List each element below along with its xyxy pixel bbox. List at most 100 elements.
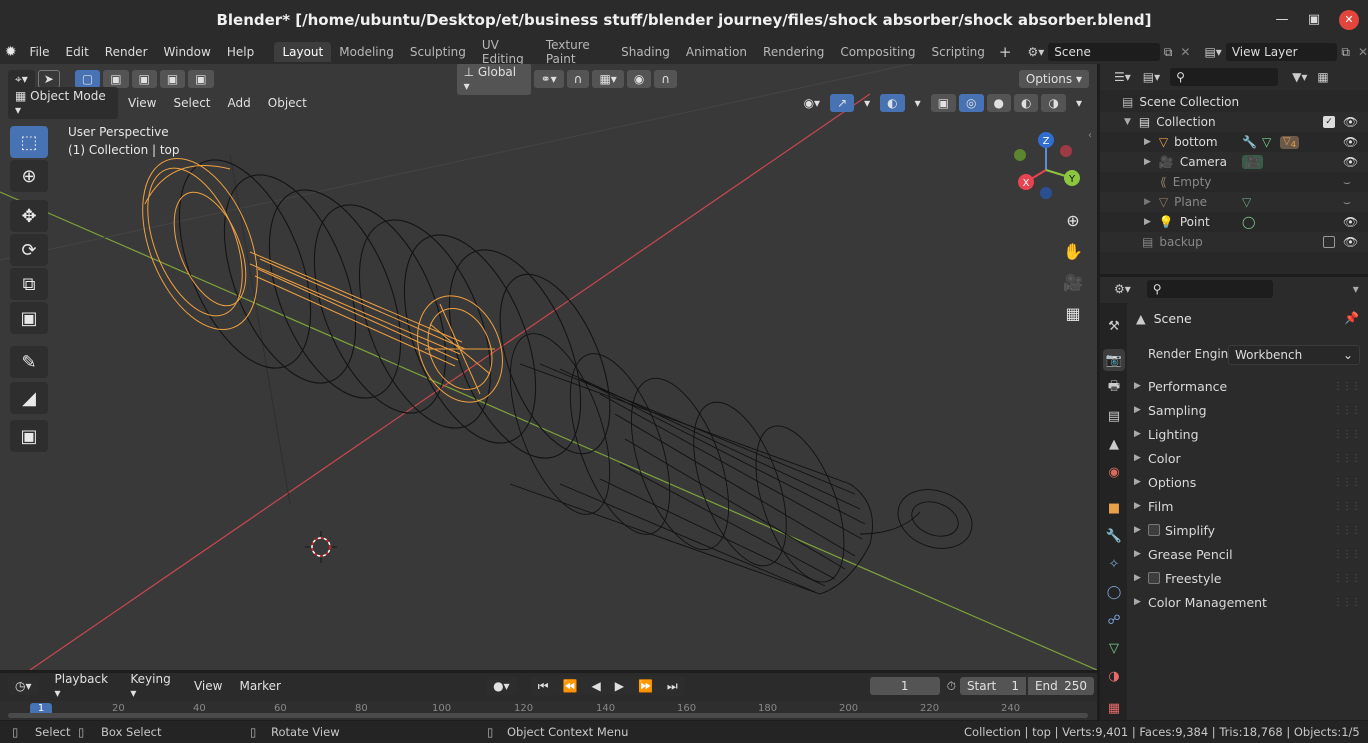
gizmo-dropdown-icon[interactable]: ▾ bbox=[857, 94, 877, 112]
tab-modeling[interactable]: Modeling bbox=[331, 42, 402, 62]
end-frame-field[interactable]: End 250 bbox=[1027, 677, 1094, 695]
physics-tab-icon[interactable]: ◯ bbox=[1103, 581, 1125, 603]
filter-icon[interactable]: ▼▾ bbox=[1292, 70, 1307, 84]
scene-name-field[interactable]: Scene bbox=[1048, 43, 1160, 61]
panel-performance[interactable]: ▶ Performance ⋮⋮⋮ bbox=[1134, 375, 1362, 397]
hidden-eye-icon[interactable]: ⌣ bbox=[1343, 175, 1351, 190]
timeline-ruler[interactable]: 1 20 40 60 80 100 120 140 160 180 200 22… bbox=[0, 701, 1097, 720]
snap-icon[interactable]: ∩ bbox=[566, 70, 590, 88]
timeline-menu-keying[interactable]: Keying ▾ bbox=[123, 670, 184, 702]
close-icon[interactable]: ✕ bbox=[1339, 10, 1359, 30]
panel-color[interactable]: ▶ Color ⋮⋮⋮ bbox=[1134, 447, 1362, 469]
visibility-eye-icon[interactable]: 👁 bbox=[1343, 155, 1358, 169]
3d-viewport[interactable]: ⌖▾ ➤ ▢ ▣ ▣ ▣ ▣ ⊥ Global ▾ ⚭▾ ∩ ▦▾ ◉ ∩ Op… bbox=[0, 64, 1097, 670]
expand-icon[interactable]: ▶ bbox=[1144, 137, 1151, 147]
freestyle-checkbox[interactable] bbox=[1148, 572, 1160, 584]
navigation-gizmo[interactable]: Z X Y bbox=[1010, 132, 1085, 207]
render-engine-dropdown[interactable]: Workbench ⌄ bbox=[1228, 345, 1360, 365]
outliner-collection[interactable]: ▼ ▤ Collection ✓ 👁 bbox=[1100, 112, 1368, 132]
visibility-eye-icon[interactable]: 👁 bbox=[1343, 235, 1358, 249]
current-frame-field[interactable]: 1 bbox=[869, 677, 940, 695]
outliner-editor-icon[interactable]: ☰▾ bbox=[1114, 70, 1131, 84]
drag-handle-icon[interactable]: ⋮⋮⋮ bbox=[1333, 429, 1361, 440]
data-tab-icon[interactable]: ▽ bbox=[1103, 637, 1125, 659]
hidden-eye-icon[interactable]: ⌣ bbox=[1343, 195, 1351, 210]
falloff-icon[interactable]: ∩ bbox=[654, 70, 678, 88]
simplify-checkbox[interactable] bbox=[1148, 524, 1160, 536]
particles-tab-icon[interactable]: ✧ bbox=[1103, 553, 1125, 575]
drag-handle-icon[interactable]: ⋮⋮⋮ bbox=[1333, 453, 1361, 464]
collection-checkbox[interactable]: ✓ bbox=[1323, 116, 1335, 128]
maximize-icon[interactable]: ▣ bbox=[1304, 10, 1324, 30]
start-frame-field[interactable]: Start 1 bbox=[959, 677, 1026, 695]
tab-rendering[interactable]: Rendering bbox=[755, 42, 832, 62]
tool-tab-icon[interactable]: ⚒ bbox=[1103, 315, 1125, 337]
panel-grease-pencil[interactable]: ▶ Grease Pencil ⋮⋮⋮ bbox=[1134, 543, 1362, 565]
panel-lighting[interactable]: ▶ Lighting ⋮⋮⋮ bbox=[1134, 423, 1362, 445]
panel-film[interactable]: ▶ Film ⋮⋮⋮ bbox=[1134, 495, 1362, 517]
rotate-tool-icon[interactable]: ⟳ bbox=[10, 234, 48, 266]
scale-tool-icon[interactable]: ⧉ bbox=[10, 268, 48, 300]
menu-file[interactable]: File bbox=[21, 45, 57, 59]
auto-keying-icon[interactable]: ●▾ bbox=[486, 677, 517, 695]
zoom-icon[interactable]: ⊕ bbox=[1060, 207, 1086, 233]
visibility-eye-icon[interactable]: 👁 bbox=[1343, 135, 1358, 149]
drag-handle-icon[interactable]: ⋮⋮⋮ bbox=[1333, 381, 1361, 392]
outliner-collection-backup[interactable]: ▤ backup 👁 bbox=[1100, 232, 1368, 252]
viewport-menu-view[interactable]: View bbox=[121, 94, 163, 112]
snap-target-icon[interactable]: ▦▾ bbox=[592, 70, 624, 88]
proportional-edit-icon[interactable]: ◉ bbox=[626, 70, 652, 88]
scene-tab-icon[interactable]: ▲ bbox=[1103, 433, 1125, 455]
expand-icon[interactable]: ▼ bbox=[1124, 117, 1131, 127]
xray-toggle-icon[interactable]: ▣ bbox=[930, 94, 957, 112]
timeline-menu-marker[interactable]: Marker bbox=[232, 677, 287, 695]
pin-icon[interactable]: 📌 bbox=[1344, 311, 1359, 325]
constraints-tab-icon[interactable]: ☍ bbox=[1103, 609, 1125, 631]
jump-start-icon[interactable]: ⏮ bbox=[530, 676, 556, 696]
solid-shading-icon[interactable]: ● bbox=[986, 94, 1011, 112]
select-subtract-icon[interactable]: ▣ bbox=[131, 70, 157, 88]
panel-options[interactable]: ▶ Options ⋮⋮⋮ bbox=[1134, 471, 1362, 493]
properties-search-input[interactable]: ⚲ bbox=[1146, 280, 1273, 298]
world-tab-icon[interactable]: ◉ bbox=[1103, 461, 1125, 483]
child-objects-badge[interactable]: ▽4 bbox=[1280, 135, 1300, 149]
mode-dropdown[interactable]: ▦ Object Mode ▾ bbox=[8, 87, 118, 119]
minimize-icon[interactable]: — bbox=[1272, 10, 1292, 30]
drag-handle-icon[interactable]: ⋮⋮⋮ bbox=[1333, 477, 1361, 488]
scene-selector-icon[interactable]: ⚙▾ bbox=[1028, 45, 1045, 59]
timeline-menu-playback[interactable]: Playback ▾ bbox=[48, 670, 121, 702]
timeline-editor-icon[interactable]: ◷▾ bbox=[8, 677, 39, 695]
prev-keyframe-icon[interactable]: ⏪ bbox=[555, 677, 585, 695]
pivot-point-icon[interactable]: ⚭▾ bbox=[533, 70, 564, 88]
select-box-tool-icon[interactable]: ⬚ bbox=[10, 126, 48, 158]
view-layer-field[interactable]: View Layer bbox=[1225, 43, 1338, 61]
overlays-toggle-icon[interactable]: ◐ bbox=[880, 94, 905, 112]
new-scene-icon[interactable]: ⧉ bbox=[1164, 45, 1173, 60]
tab-shading[interactable]: Shading bbox=[613, 42, 678, 62]
properties-editor-icon[interactable]: ⚙▾ bbox=[1114, 282, 1131, 296]
select-intersect-icon[interactable]: ▣ bbox=[188, 70, 214, 88]
drag-handle-icon[interactable]: ⋮⋮⋮ bbox=[1333, 573, 1361, 584]
measure-tool-icon[interactable]: ◢ bbox=[10, 382, 48, 414]
expand-icon[interactable]: ▶ bbox=[1144, 197, 1151, 207]
view-layer-tab-icon[interactable]: ▤ bbox=[1103, 405, 1125, 427]
editor-type-icon[interactable]: ⌖▾ bbox=[8, 69, 35, 89]
sidebar-toggle-icon[interactable]: ‹ bbox=[1088, 130, 1092, 141]
new-view-layer-icon[interactable]: ⧉ bbox=[1341, 45, 1350, 60]
panel-simplify[interactable]: ▶ Simplify ⋮⋮⋮ bbox=[1134, 519, 1362, 541]
gizmo-toggle-icon[interactable]: ↗ bbox=[830, 94, 855, 112]
drag-handle-icon[interactable]: ⋮⋮⋮ bbox=[1333, 549, 1361, 560]
move-tool-icon[interactable]: ✥ bbox=[10, 200, 48, 232]
outliner-item-camera[interactable]: ▶ 🎥 Camera 🎥 👁 bbox=[1100, 152, 1368, 172]
new-collection-icon[interactable]: ▦ bbox=[1317, 70, 1328, 84]
add-workspace-icon[interactable]: + bbox=[993, 43, 1018, 61]
overlays-dropdown-icon[interactable]: ▾ bbox=[908, 94, 928, 112]
timeline-scrollbar[interactable] bbox=[8, 713, 1088, 718]
expand-icon[interactable]: ▶ bbox=[1144, 217, 1151, 227]
display-mode-icon[interactable]: ▤▾ bbox=[1143, 70, 1160, 84]
visibility-eye-icon[interactable]: 👁 bbox=[1343, 115, 1358, 129]
panel-freestyle[interactable]: ▶ Freestyle ⋮⋮⋮ bbox=[1134, 567, 1362, 589]
camera-view-icon[interactable]: 🎥 bbox=[1060, 269, 1086, 295]
outliner-item-empty[interactable]: ⟪ Empty ⌣ bbox=[1100, 172, 1368, 192]
cursor-tool-icon[interactable]: ⊕ bbox=[10, 160, 48, 192]
